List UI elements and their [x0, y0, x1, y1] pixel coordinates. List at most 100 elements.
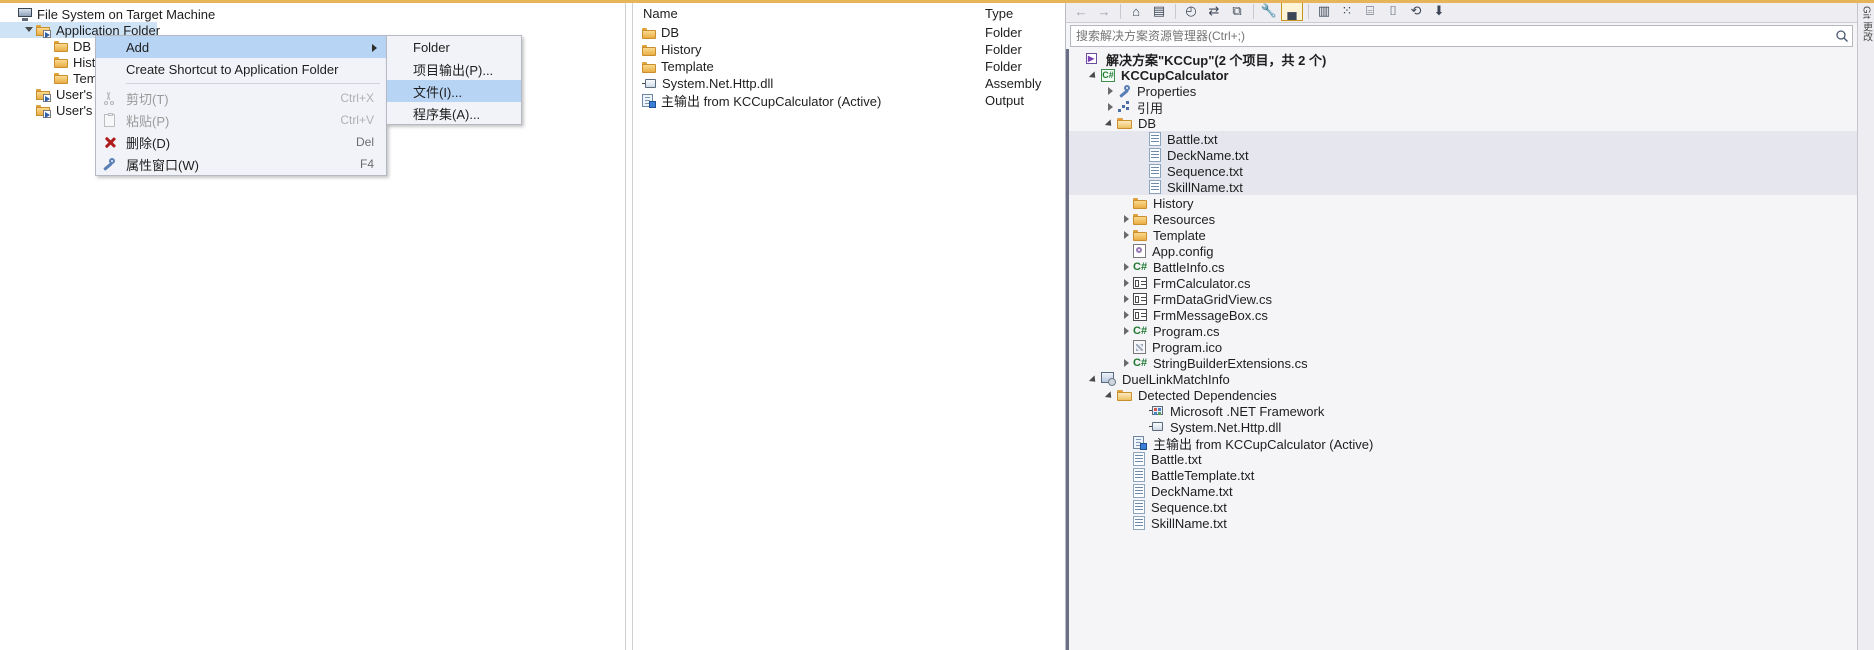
search-input[interactable] [1074, 28, 1835, 44]
chevron-down-icon[interactable] [1088, 67, 1101, 83]
chevron-right-icon[interactable] [1120, 307, 1133, 323]
cell-name: Template [633, 59, 981, 74]
solution-tree-item[interactable]: Battle.txt [1066, 451, 1857, 467]
solution-explorer-tree[interactable]: ▶ 解决方案"KCCup"(2 个项目，共 2 个) C# KCCupCalculat… [1066, 49, 1857, 650]
submenu-item-icon-slot [387, 80, 409, 102]
solution-tree-item[interactable]: Sequence.txt [1066, 499, 1857, 515]
submenu-item[interactable]: 文件(I)... [387, 80, 521, 102]
solution-explorer-pane: ←→ ⌂▤ ◴⇄⧉ 🔧▄ ▥⁙⌸⌷⟲⬇ ▶ 解决方案"KCCup"(2 个项目，共 2 个… [1065, 0, 1857, 650]
solution-view-icon[interactable]: ▤ [1148, 2, 1170, 21]
list-view-rows[interactable]: DB Folder History Folder Template Folder Syste… [633, 24, 1065, 109]
solution-tree-item[interactable]: C# BattleInfo.cs [1066, 259, 1857, 275]
solution-tree-item[interactable]: DeckName.txt [1066, 483, 1857, 499]
preview-selected-items-icon[interactable]: ▄ [1281, 1, 1303, 21]
solution-tree-item[interactable]: FrmMessageBox.cs [1066, 307, 1857, 323]
chevron-right-icon[interactable] [1120, 211, 1133, 227]
solution-tree-item[interactable]: Properties [1066, 83, 1857, 99]
expander-placeholder [22, 87, 36, 101]
solution-tree-item[interactable]: Microsoft .NET Framework [1066, 403, 1857, 419]
solution-tree-item[interactable]: Resources [1066, 211, 1857, 227]
column-header-name[interactable]: Name [633, 6, 981, 21]
solution-tree-item[interactable]: DeckName.txt [1066, 147, 1857, 163]
solution-tree-item[interactable]: C# StringBuilderExtensions.cs [1066, 355, 1857, 371]
txt-icon [1133, 516, 1145, 530]
view-designer-icon[interactable]: ⌷ [1382, 2, 1404, 21]
chevron-right-icon[interactable] [1120, 323, 1133, 339]
forward-icon[interactable]: → [1093, 2, 1115, 21]
chevron-down-icon[interactable] [1088, 371, 1101, 387]
solution-tree-item[interactable]: Template [1066, 227, 1857, 243]
properties-icon[interactable]: 🔧 [1258, 2, 1280, 21]
chevron-right-icon[interactable] [1120, 355, 1133, 371]
solution-tree-item[interactable]: 主输出 from KCCupCalculator (Active) [1066, 435, 1857, 452]
back-icon[interactable]: ← [1070, 2, 1092, 21]
chevron-down-icon[interactable] [1104, 387, 1117, 403]
collapse-all-icon[interactable]: ⧉ [1226, 2, 1248, 21]
chevron-down-icon[interactable] [1104, 115, 1117, 131]
folder-icon [1133, 213, 1147, 225]
search-icon[interactable] [1835, 29, 1849, 43]
chevron-right-icon[interactable] [1120, 227, 1133, 243]
context-menu[interactable]: Add Create Shortcut to Application Folder… [95, 35, 387, 176]
solution-tree-item[interactable]: ▶ 解决方案"KCCup"(2 个项目，共 2 个) [1066, 51, 1857, 68]
tab-git-changes[interactable]: Git 更改 [1859, 6, 1874, 42]
solution-tree-item[interactable]: History [1066, 195, 1857, 211]
show-all-files-icon[interactable]: ▥ [1313, 2, 1335, 21]
expander-placeholder [4, 7, 18, 21]
submenu-item[interactable]: Folder [387, 36, 521, 58]
solution-tree-item[interactable]: SkillName.txt [1066, 515, 1857, 531]
solution-tree-item[interactable]: SkillName.txt [1066, 179, 1857, 195]
submenu-item[interactable]: 项目输出(P)... [387, 58, 521, 80]
solution-tree-item[interactable]: Battle.txt [1066, 131, 1857, 147]
table-row[interactable]: System.Net.Http.dll Assembly [633, 75, 1065, 92]
solution-tree-item[interactable]: Detected Dependencies [1066, 387, 1857, 403]
fs-tree-item[interactable]: File System on Target Machine [0, 6, 625, 22]
refresh-icon[interactable]: ⟲ [1405, 2, 1427, 21]
view-code-icon[interactable]: ⌸ [1359, 2, 1381, 21]
context-menu-item[interactable]: 删除(D) Del [96, 131, 386, 153]
context-menu-item[interactable]: 属性窗口(W) F4 [96, 153, 386, 175]
solution-tree-item[interactable]: App.config [1066, 243, 1857, 259]
context-submenu-add[interactable]: Folder 项目输出(P)... 文件(I)... 程序集(A)... [386, 35, 522, 125]
sync-icon[interactable]: ⇄ [1203, 2, 1225, 21]
solution-tree-item-label: Detected Dependencies [1138, 387, 1277, 403]
submenu-item[interactable]: 程序集(A)... [387, 102, 521, 124]
solution-tree-item[interactable]: 引用 [1066, 99, 1857, 116]
table-row[interactable]: DB Folder [633, 24, 1065, 41]
solution-tree-item[interactable]: C# Program.cs [1066, 323, 1857, 339]
pane-splitter-left[interactable] [625, 0, 633, 650]
solution-explorer-search[interactable] [1070, 25, 1853, 47]
solution-tree-item[interactable]: C# KCCupCalculator [1066, 67, 1857, 83]
pending-changes-icon[interactable]: ◴ [1180, 2, 1202, 21]
context-menu-item[interactable]: Create Shortcut to Application Folder [96, 58, 386, 80]
solution-tree-item[interactable]: Program.ico [1066, 339, 1857, 355]
chevron-right-icon[interactable] [1104, 99, 1117, 115]
chevron-right-icon[interactable] [1120, 275, 1133, 291]
chevron-open-icon[interactable] [22, 23, 36, 37]
home-icon[interactable]: ⌂ [1125, 2, 1147, 21]
column-header-type[interactable]: Type [981, 6, 1065, 21]
table-row[interactable]: History Folder [633, 41, 1065, 58]
context-menu-item[interactable]: Add [96, 36, 386, 58]
solution-tree-item[interactable]: BattleTemplate.txt [1066, 467, 1857, 483]
context-menu-item[interactable]: 剪切(T) Ctrl+X [96, 87, 386, 109]
chevron-right-icon[interactable] [1120, 291, 1133, 307]
fs-tree-item-label: DB [73, 38, 92, 54]
solution-tree-item[interactable]: FrmDataGridView.cs [1066, 291, 1857, 307]
chevron-right-icon[interactable] [1104, 83, 1117, 99]
solution-tree-item[interactable]: FrmCalculator.cs [1066, 275, 1857, 291]
filter-icon[interactable]: ⬇ [1428, 2, 1450, 21]
solution-tree-item[interactable]: DB [1066, 115, 1857, 131]
submenu-item-label: 项目输出(P)... [413, 62, 494, 78]
solution-tree-item-label: Resources [1153, 211, 1216, 227]
chevron-right-icon[interactable] [1120, 259, 1133, 275]
solution-tree-item[interactable]: DuelLinkMatchInfo [1066, 371, 1857, 387]
context-menu-item[interactable]: 粘贴(P) Ctrl+V [96, 109, 386, 131]
table-row[interactable]: 主输出 from KCCupCalculator (Active) Output [633, 92, 1065, 109]
solution-tree-item[interactable]: Sequence.txt [1066, 163, 1857, 179]
add-new-item-icon[interactable]: ⁙ [1336, 2, 1358, 21]
context-menu-item-shortcut: F4 [359, 157, 374, 171]
table-row[interactable]: Template Folder [633, 58, 1065, 75]
form-icon [1133, 277, 1147, 289]
solution-explorer-toolbar[interactable]: ← → ⌂ ▤ ◴ ⇄ ⧉ 🔧 ▄ ▥ ⁙ ⌸ ⌷ ⟲ ⬇ [1066, 0, 1857, 23]
